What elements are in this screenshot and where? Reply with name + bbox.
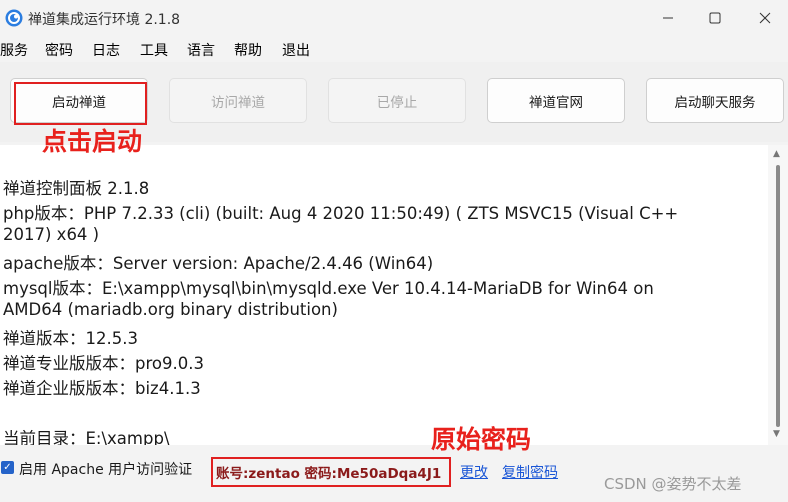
start-chat-service-button[interactable]: 启动聊天服务 xyxy=(646,78,784,123)
menu-log[interactable]: 日志 xyxy=(92,40,120,60)
change-password-link[interactable]: 更改 xyxy=(460,462,488,482)
scroll-thumb[interactable] xyxy=(776,165,780,427)
maximize-icon xyxy=(709,12,721,24)
account-password-text: 账号:zentao 密码:Me50aDqa4J1 xyxy=(216,466,442,482)
zentao-website-button[interactable]: 禅道官网 xyxy=(487,78,625,123)
close-icon xyxy=(759,12,771,24)
copy-password-link[interactable]: 复制密码 xyxy=(502,462,558,482)
scroll-up-arrow-icon[interactable]: ▲ xyxy=(773,149,780,159)
apache-auth-label: 启用 Apache 用户访问验证 xyxy=(19,462,193,478)
visit-zentao-button[interactable]: 访问禅道 xyxy=(169,78,307,123)
console-line: 2017) x64 ) xyxy=(3,225,100,244)
minimize-button[interactable] xyxy=(645,0,691,36)
scroll-down-arrow-icon[interactable]: ▼ xyxy=(773,429,780,439)
stopped-status-button[interactable]: 已停止 xyxy=(328,78,466,123)
menu-help[interactable]: 帮助 xyxy=(234,40,262,60)
menu-service[interactable]: 服务 xyxy=(0,40,28,60)
console-line: AMD64 (mariadb.org binary distribution) xyxy=(3,300,338,319)
start-zentao-button[interactable]: 启动禅道 xyxy=(10,78,148,123)
checkmark-icon: ✓ xyxy=(3,461,12,473)
console-line: php版本：PHP 7.2.33 (cli) (built: Aug 4 202… xyxy=(3,204,679,223)
console-line: 禅道企业版版本：biz4.1.3 xyxy=(3,379,201,398)
console-line: 禅道专业版版本：pro9.0.3 xyxy=(3,354,204,373)
console-line: 当前目录：E:\xampp\ xyxy=(3,429,170,445)
console-scrollbar[interactable]: ▲ ▼ xyxy=(768,145,788,445)
window-title: 禅道集成运行环境 2.1.8 xyxy=(28,12,181,28)
menu-password[interactable]: 密码 xyxy=(45,40,73,60)
menu-tools[interactable]: 工具 xyxy=(140,40,168,60)
maximize-button[interactable] xyxy=(692,0,738,36)
close-button[interactable] xyxy=(742,0,788,36)
console-line: mysql版本：E:\xampp\mysql\bin\mysqld.exe Ve… xyxy=(3,279,654,298)
console-line: apache版本：Server version: Apache/2.4.46 (… xyxy=(3,254,434,273)
console-line: 禅道版本：12.5.3 xyxy=(3,329,138,348)
annotation-click-start: 点击启动 xyxy=(42,127,143,156)
app-logo-icon xyxy=(5,9,23,27)
title-bar: 禅道集成运行环境 2.1.8 xyxy=(0,0,788,36)
apache-auth-checkbox[interactable]: ✓ xyxy=(1,461,14,474)
csdn-watermark: CSDN @姿势不太差 xyxy=(604,475,742,493)
menu-exit[interactable]: 退出 xyxy=(282,40,310,60)
menu-language[interactable]: 语言 xyxy=(187,40,215,60)
console-output: 禅道控制面板 2.1.8 php版本：PHP 7.2.33 (cli) (bui… xyxy=(0,145,768,445)
menu-bar: 服务 密码 日志 工具 语言 帮助 退出 xyxy=(0,38,788,60)
console-line: 禅道控制面板 2.1.8 xyxy=(3,179,150,198)
bottom-bar: ✓ 启用 Apache 用户访问验证 账号:zentao 密码:Me50aDqa… xyxy=(0,447,788,502)
minimize-icon xyxy=(663,17,673,19)
